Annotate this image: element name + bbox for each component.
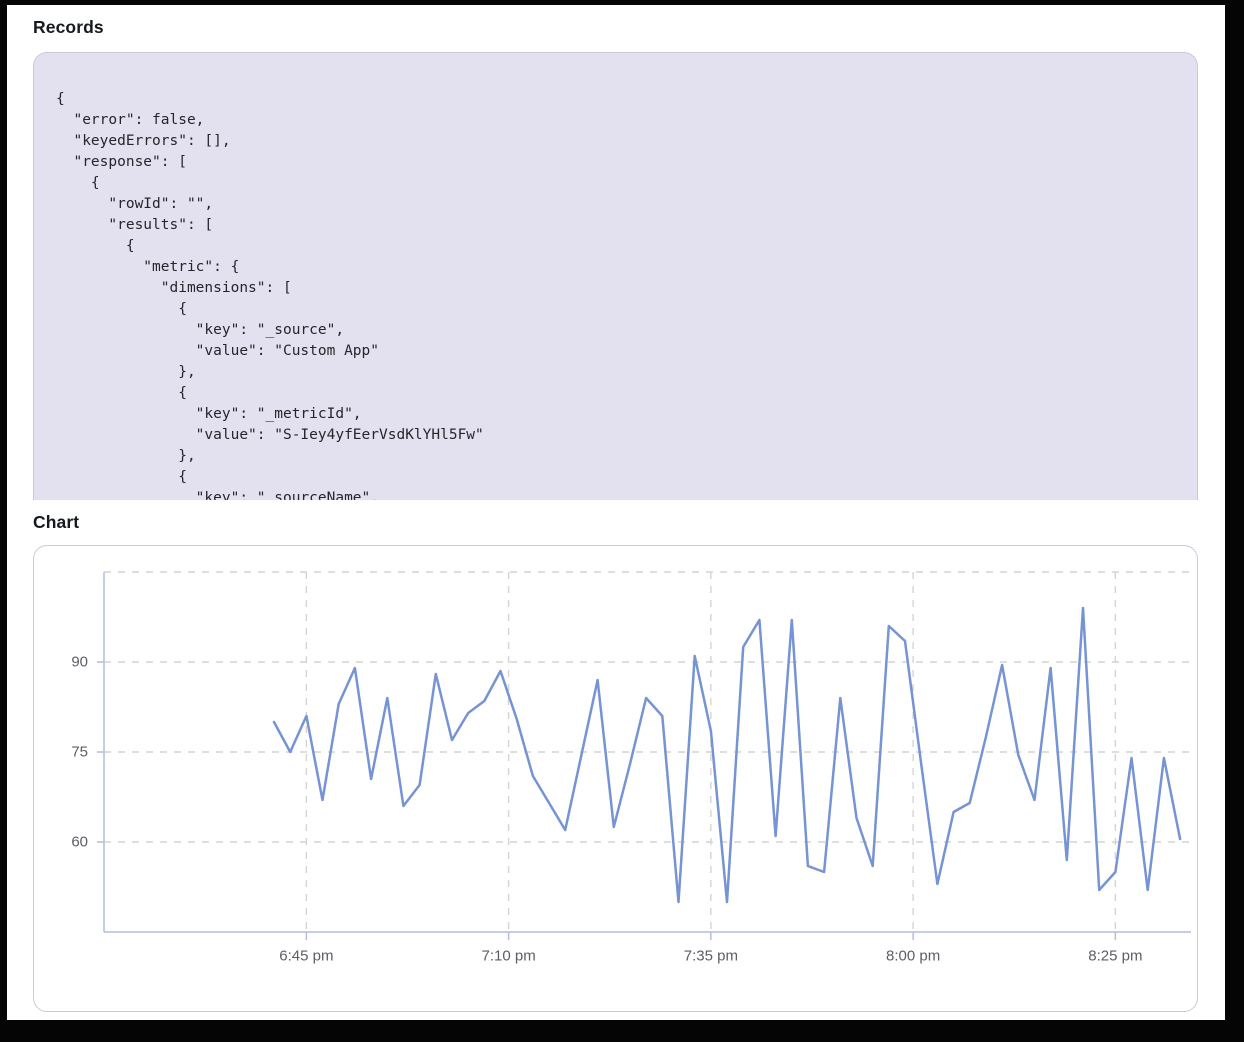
x-tick-label: 8:25 pm	[1088, 948, 1142, 965]
y-tick-label: 75	[71, 744, 88, 761]
x-tick-label: 8:00 pm	[886, 948, 940, 965]
records-json-code: { "error": false, "keyedErrors": [], "re…	[34, 53, 1197, 500]
x-tick-label: 7:35 pm	[684, 948, 738, 965]
x-tick-label: 7:10 pm	[482, 948, 536, 965]
chart-heading: Chart	[33, 512, 79, 533]
records-code-card[interactable]: { "error": false, "keyedErrors": [], "re…	[33, 52, 1198, 500]
page: Records { "error": false, "keyedErrors":…	[7, 5, 1225, 1020]
records-heading: Records	[33, 17, 104, 38]
metric-line-series	[274, 608, 1180, 902]
chart-card: 60 75 90 6:45 pm 7:10 pm 7:35 pm 8:00 pm 8:25 p…	[33, 545, 1198, 1012]
x-tick-label: 6:45 pm	[279, 948, 333, 965]
screenshot-frame: Records { "error": false, "keyedErrors":…	[0, 0, 1244, 1042]
y-tick-label: 90	[71, 654, 88, 671]
line-chart[interactable]: 60 75 90 6:45 pm 7:10 pm 7:35 pm 8:00 pm 8:25 p…	[34, 546, 1199, 1013]
y-tick-label: 60	[71, 834, 88, 851]
